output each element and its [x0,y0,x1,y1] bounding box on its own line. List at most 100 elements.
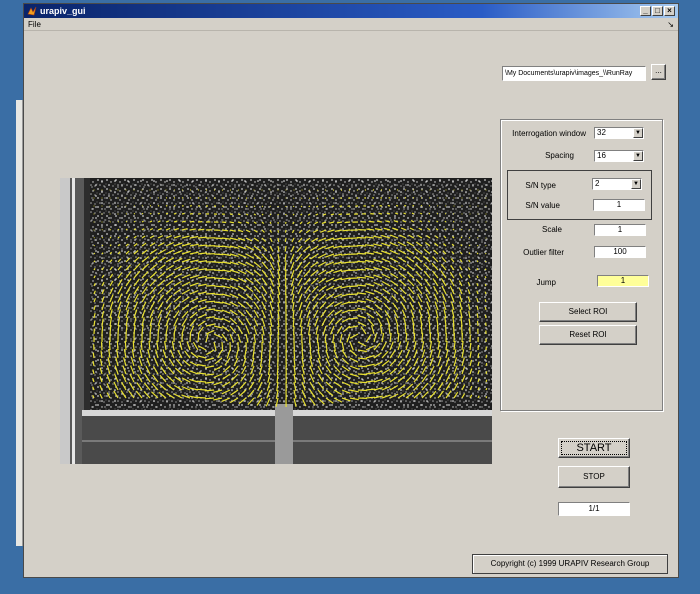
vector-dot [453,189,455,191]
vector-arrow [205,300,216,303]
browse-button[interactable]: ... [651,64,666,80]
vector-dot [117,189,119,191]
vector-dot [117,197,119,199]
spacing-select[interactable]: 16 ▼ [594,150,644,162]
vector-arrow [132,340,135,351]
vector-arrow [330,213,335,216]
interrogation-window-label: Interrogation window [512,129,586,138]
stop-button[interactable]: STOP [558,466,630,488]
vector-dot [469,213,471,215]
vector-arrow [420,204,423,207]
vector-arrow [412,324,415,335]
vector-arrow [301,197,303,199]
vector-dot [277,197,279,199]
vector-dot [477,189,479,191]
vector-arrow [221,229,229,232]
vector-dot [101,221,103,223]
outlier-filter-input[interactable]: 100 [594,246,646,258]
vector-arrow [181,212,185,215]
sn-value-input[interactable]: 1 [593,199,645,211]
vector-arrow [477,353,480,359]
vector-arrow [437,332,440,343]
close-button[interactable]: × [664,6,675,16]
scale-input[interactable]: 1 [594,224,646,236]
vector-arrow [404,204,407,207]
vector-arrow [387,204,391,207]
chevron-down-icon[interactable]: ▼ [631,179,641,189]
vector-arrow [444,212,447,215]
vector-dot [445,197,447,199]
piv-vector-image [60,178,492,464]
vector-arrow [460,236,463,239]
vector-dot [437,189,439,191]
maximize-button[interactable]: □ [652,6,663,16]
select-roi-button[interactable]: Select ROI [539,302,637,322]
vector-dot [93,229,95,231]
main-window: urapiv_gui _ □ × File ↘ \My Documents\ur… [23,3,679,578]
vector-arrow [261,205,264,208]
vector-arrow [196,388,207,391]
vector-arrow [428,212,431,215]
background-window-edge [16,100,23,546]
vector-arrow [476,320,479,327]
vector-arrow [253,205,256,208]
start-button[interactable]: START [558,438,630,458]
vector-arrow [173,212,177,215]
vector-arrow [477,237,479,239]
title-bar[interactable]: urapiv_gui _ □ × [24,4,678,18]
menu-file[interactable]: File [28,20,41,29]
chevron-down-icon[interactable]: ▼ [633,151,643,161]
vector-arrow [421,332,424,343]
menu-bar: File ↘ [24,18,678,31]
vector-dot [485,189,487,191]
vector-dot [93,205,95,207]
vector-dot [477,229,479,231]
minimize-button[interactable]: _ [640,6,651,16]
vector-arrow [348,285,359,288]
vector-arrow [405,332,408,343]
jump-input[interactable]: 1 [597,275,649,287]
vector-arrow [101,252,104,255]
vector-arrow [292,317,295,328]
vector-arrow [484,291,487,295]
vector-arrow [133,220,136,223]
vector-arrow [316,333,319,344]
vector-arrow [357,365,368,368]
vector-arrow [229,221,235,224]
vector-arrow [101,326,104,335]
vector-arrow [93,252,96,255]
reset-roi-button[interactable]: Reset ROI [539,325,637,345]
vector-arrow [221,221,227,224]
vector-arrow [157,212,160,215]
vector-arrow [395,204,399,207]
vector-dot [269,189,271,191]
vector-dot [261,189,263,191]
vector-arrow [331,205,335,208]
vector-dot [101,197,103,199]
image-path-input[interactable]: \My Documents\urapiv\images_\\RunRay [502,66,646,81]
interrogation-window-select[interactable]: 32 ▼ [594,127,644,139]
vector-dot [125,205,127,207]
vector-arrow [165,212,169,215]
vector-arrow [485,354,488,359]
vector-arrow [205,292,216,295]
vector-arrow [197,332,200,343]
vector-arrow [485,379,488,383]
vector-arrow [284,245,287,252]
vector-arrow [484,276,487,279]
scale-label: Scale [541,225,562,234]
vector-arrow [205,276,216,279]
vector-dot [485,205,487,207]
vector-dot [461,205,463,207]
vector-arrow [213,245,224,248]
vector-arrow [213,237,223,240]
sn-type-select[interactable]: 2 ▼ [592,178,642,190]
chevron-down-icon[interactable]: ▼ [633,128,643,138]
vector-arrow [116,340,119,351]
dock-icon[interactable]: ↘ [667,18,674,31]
vector-dot [461,197,463,199]
vector-dot [485,197,487,199]
vector-arrow [484,314,487,319]
vector-dot [109,213,111,215]
vector-arrow [245,205,248,208]
